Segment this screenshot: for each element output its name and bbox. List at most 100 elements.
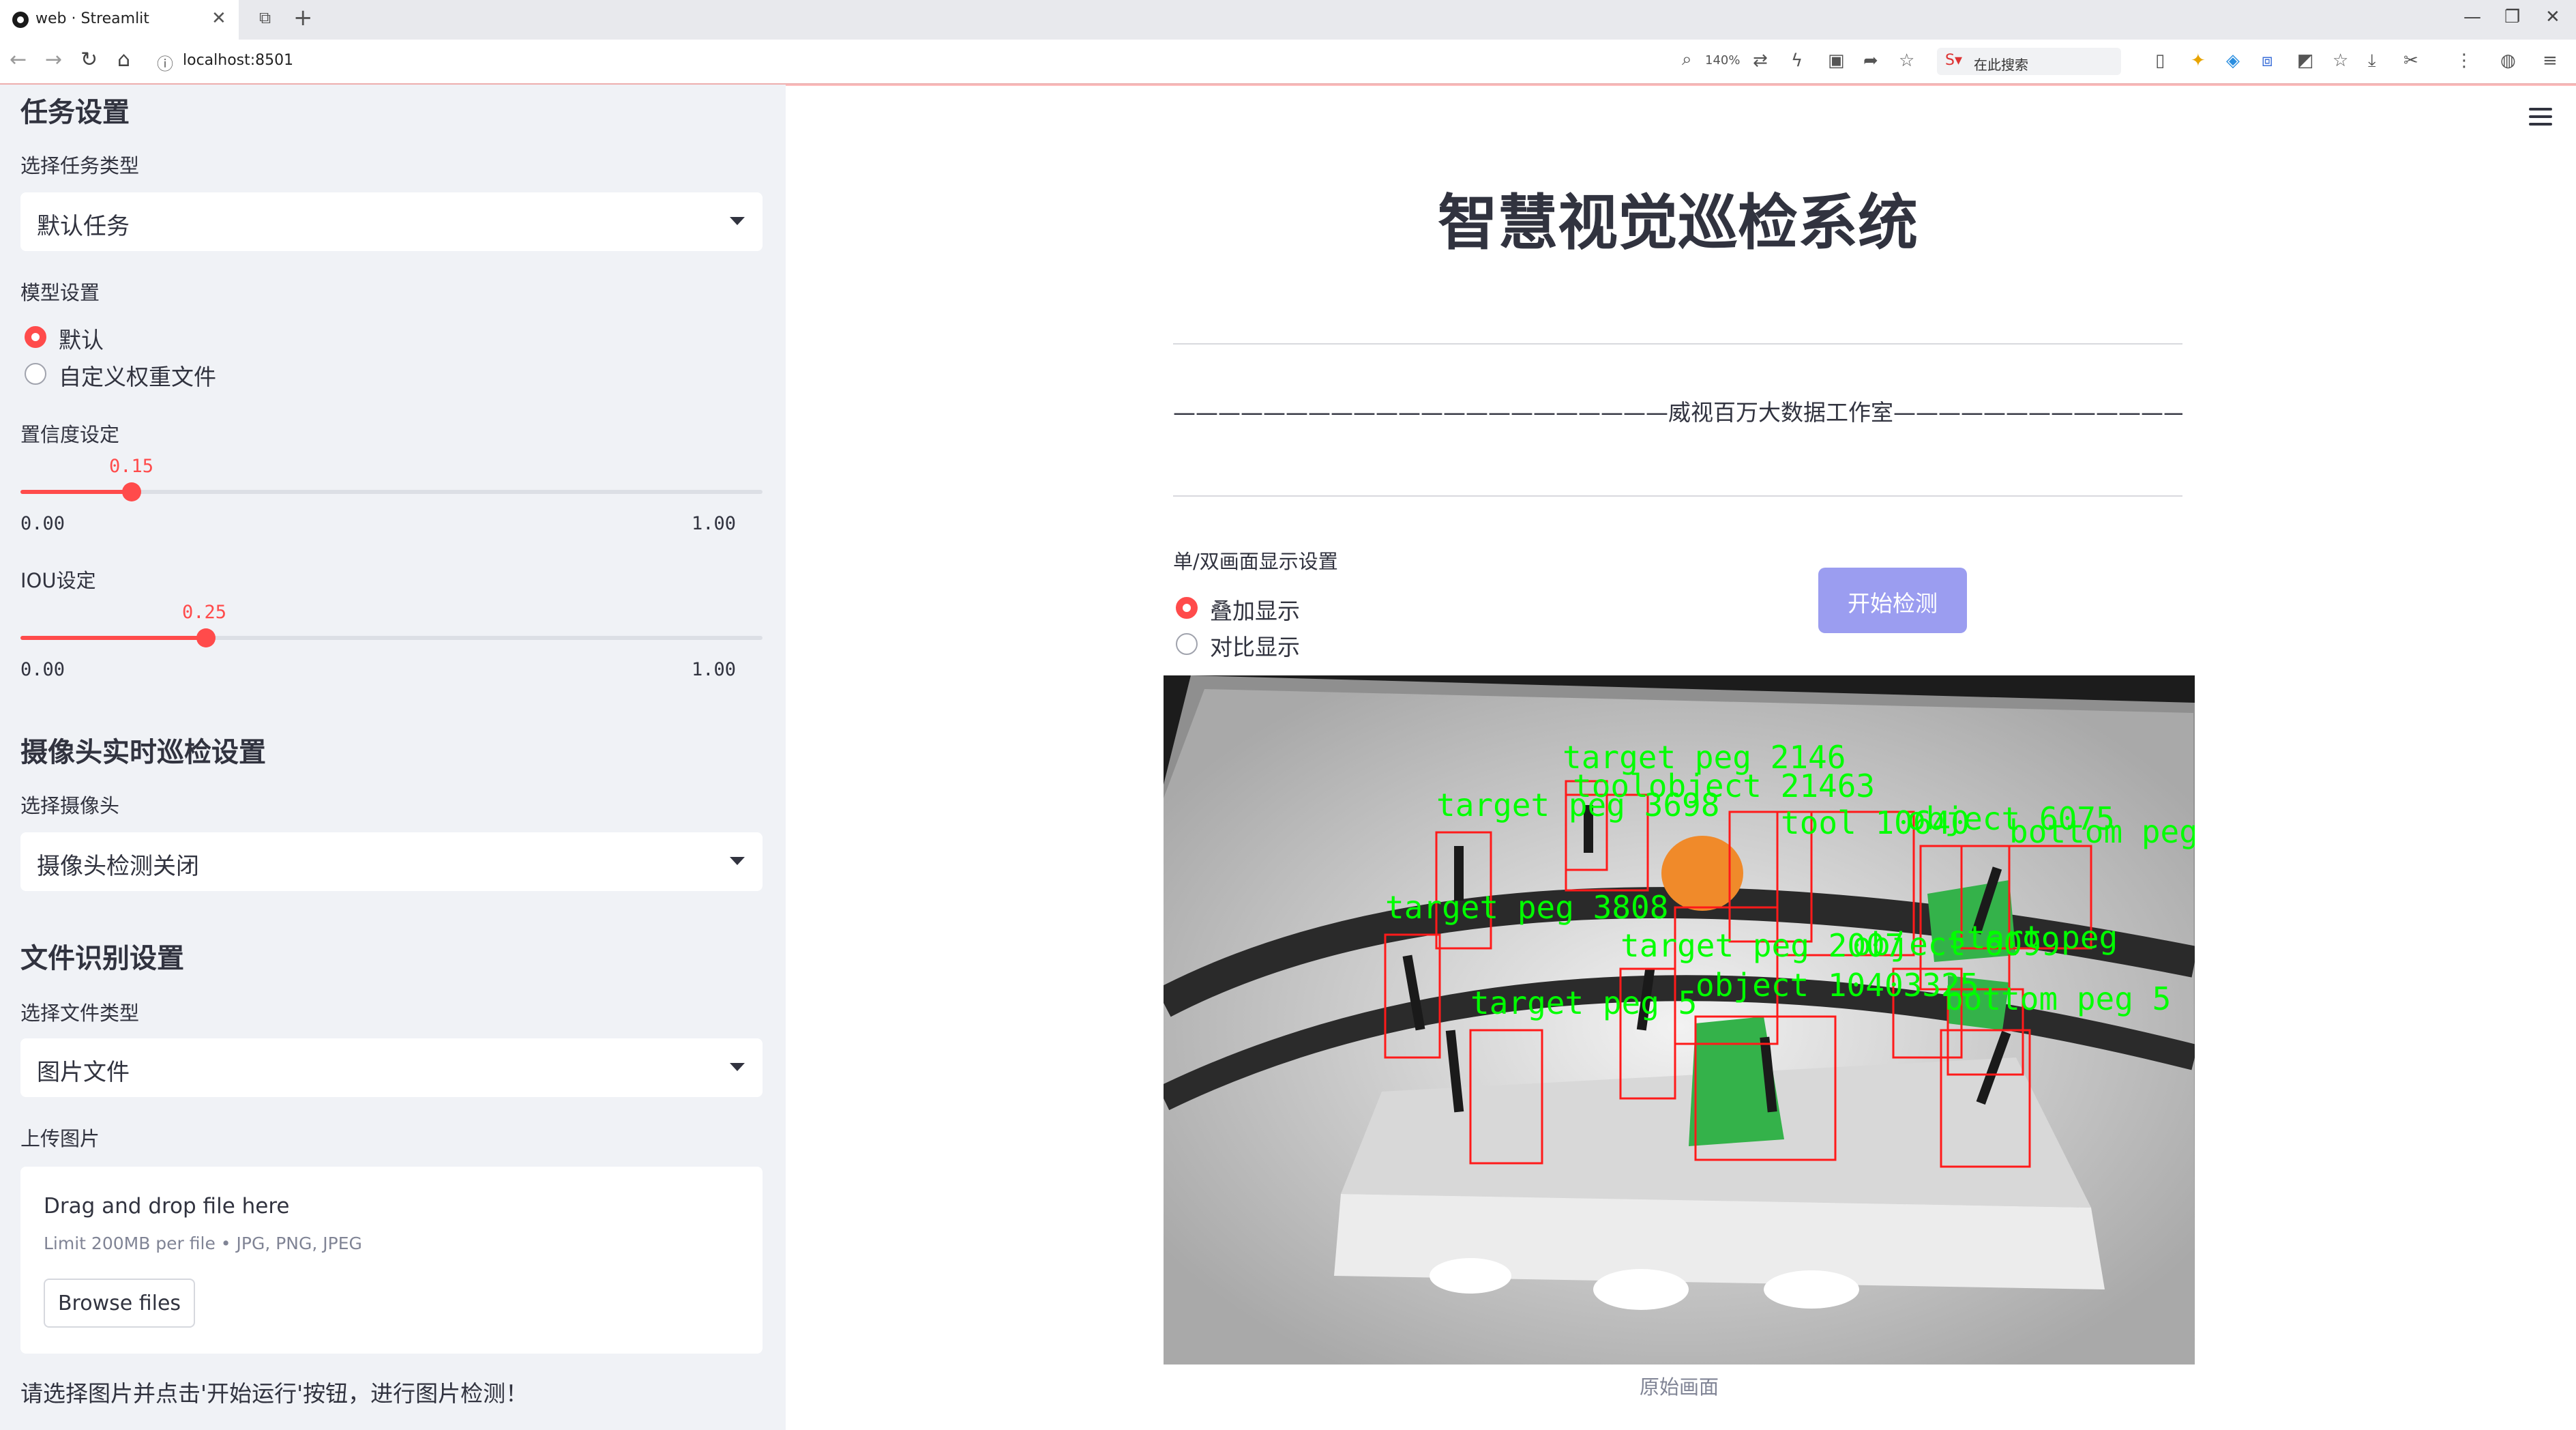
upload-label: 上传图片 [20, 1127, 100, 1150]
browse-files-label: Browse files [57, 1292, 181, 1315]
more-icon[interactable]: ⋮ [2455, 50, 2473, 71]
search-engine-icon: S▾ [1945, 52, 1963, 69]
reload-icon[interactable]: ↻ [80, 48, 98, 72]
divider [1173, 343, 2182, 345]
confidence-slider-thumb[interactable] [122, 482, 141, 501]
zoom-level: 140% [1705, 53, 1741, 68]
maximize-icon[interactable]: ❐ [2504, 7, 2520, 27]
task-type-value: 默认任务 [37, 213, 130, 240]
detection-label: bottom peg 5 [1944, 980, 2171, 1017]
iou-max: 1.00 [692, 659, 737, 680]
address-bar-row: ← → ↻ ⌂ ⓘ localhost:8501 ⌕ 140% ⇄ ϟ ▣ ➦ … [0, 40, 2576, 85]
task-type-label: 选择任务类型 [20, 154, 140, 177]
detection-label: object 10403325 [1696, 967, 1979, 1004]
radio-model-custom[interactable] [25, 363, 46, 385]
image-caption: 原始画面 [1639, 1375, 1719, 1399]
home-icon[interactable]: ⌂ [117, 48, 130, 72]
extension-3-icon[interactable]: ⧈ [2262, 50, 2273, 72]
browser-tab[interactable]: web · Streamlit ✕ [0, 0, 239, 40]
task-type-select[interactable]: 默认任务 [20, 192, 763, 251]
file-section-title: 文件识别设置 [20, 943, 184, 974]
chevron-down-icon [730, 1063, 745, 1071]
download-icon[interactable]: ⤓ [2368, 50, 2376, 72]
site-info-icon[interactable]: ⓘ [157, 50, 173, 74]
chevron-down-icon [730, 857, 745, 865]
radio-model-custom-label[interactable]: 自定义权重文件 [59, 359, 216, 392]
radio-overlay[interactable] [1176, 597, 1198, 619]
file-type-select[interactable]: 图片文件 [20, 1038, 763, 1097]
iou-label: IOU设定 [20, 569, 96, 592]
file-uploader-dropzone[interactable]: Drag and drop file here Limit 200MB per … [20, 1167, 763, 1354]
extension-icon[interactable]: ✦ [2191, 50, 2206, 71]
camera-label: 选择摄像头 [20, 794, 120, 817]
avatar[interactable]: ◍ [2500, 50, 2516, 71]
camera-section-title: 摄像头实时巡检设置 [20, 737, 266, 768]
browser-tab-bar: web · Streamlit ✕ ⧉ + — ❐ ✕ [0, 0, 2576, 40]
page-title: 智慧视觉巡检系统 [1437, 188, 1918, 258]
share-icon[interactable]: ➦ [1863, 50, 1878, 71]
iou-slider-fill [20, 636, 206, 640]
reader-icon[interactable]: ▯ [2155, 50, 2165, 71]
sidebar: 任务设置 选择任务类型 默认任务 模型设置 默认 自定义权重文件 置信度设定 0… [0, 85, 786, 1430]
streamlit-favicon-icon [12, 12, 29, 28]
detection-label: start peg [1948, 919, 2118, 956]
back-icon[interactable]: ← [10, 48, 27, 72]
detection-label: target peg 3698 [1436, 787, 1719, 823]
upload-limit-text: Limit 200MB per file • JPG, PNG, JPEG [44, 1234, 362, 1253]
start-detection-button[interactable]: 开始检测 [1818, 568, 1967, 633]
search-placeholder: 在此搜索 [1974, 57, 2028, 73]
tab-group-icon[interactable]: ⧉ [259, 8, 271, 27]
studio-line: ——————————————————————威视百万大数据工作室————————… [1173, 399, 2182, 426]
detection-label: target peg 3808 [1385, 889, 1668, 926]
radio-compare-label[interactable]: 对比显示 [1210, 629, 1300, 662]
divider [1173, 495, 2182, 497]
bookmark-star-icon[interactable]: ☆ [1899, 50, 1914, 71]
radio-model-default-label[interactable]: 默认 [59, 322, 104, 355]
confidence-value: 0.15 [109, 456, 154, 477]
model-label: 模型设置 [20, 281, 100, 304]
confidence-min: 0.00 [20, 513, 65, 534]
extension-4-icon[interactable]: ◩ [2297, 50, 2314, 71]
favorites-icon[interactable]: ☆ [2333, 50, 2348, 71]
zoom-icon[interactable]: ⌕ [1682, 49, 1692, 70]
camera-value: 摄像头检测关闭 [37, 853, 199, 880]
confidence-slider[interactable] [20, 482, 763, 501]
forward-icon[interactable]: → [45, 48, 62, 72]
browse-files-button[interactable]: Browse files [44, 1279, 195, 1328]
confidence-label: 置信度设定 [20, 423, 120, 446]
camera-select[interactable]: 摄像头检测关闭 [20, 832, 763, 891]
minimize-icon[interactable]: — [2463, 7, 2481, 27]
tools-icon[interactable]: ✂ [2403, 50, 2418, 71]
radio-compare[interactable] [1176, 633, 1198, 655]
url-field[interactable]: ⓘ localhost:8501 [157, 46, 1657, 75]
extension-2-icon[interactable]: ◈ [2226, 50, 2240, 71]
translate-icon[interactable]: ⇄ [1753, 50, 1768, 71]
iou-slider[interactable] [20, 628, 763, 647]
confidence-max: 1.00 [692, 513, 737, 534]
lightning-icon[interactable]: ϟ [1791, 50, 1803, 71]
detection-image: target peg 2146 toolobject 21463 target … [1164, 675, 2195, 1365]
drag-drop-text: Drag and drop file here [44, 1194, 290, 1219]
display-mode-label: 单/双画面显示设置 [1173, 550, 1338, 573]
task-section-title: 任务设置 [20, 97, 130, 128]
new-tab-icon[interactable]: + [293, 4, 313, 31]
detection-label: target peg 5 [1470, 984, 1697, 1021]
start-detection-label: 开始检测 [1848, 590, 1938, 617]
tab-title: web · Streamlit [35, 10, 149, 27]
iou-value: 0.25 [182, 602, 227, 623]
url-text: localhost:8501 [183, 52, 294, 69]
radio-model-default[interactable] [25, 326, 46, 348]
browser-menu-icon[interactable]: ≡ [2543, 50, 2558, 71]
file-type-value: 图片文件 [37, 1059, 130, 1086]
close-window-icon[interactable]: ✕ [2545, 7, 2560, 27]
close-tab-icon[interactable]: ✕ [211, 8, 226, 29]
radio-overlay-label[interactable]: 叠加显示 [1210, 593, 1300, 626]
chevron-down-icon [730, 217, 745, 225]
iou-min: 0.00 [20, 659, 65, 680]
sidebar-hint: 请选择图片并点击'开始运行'按钮，进行图片检测！ [20, 1380, 529, 1407]
iou-slider-thumb[interactable] [196, 628, 216, 647]
detection-label: bottom peg [2009, 813, 2195, 850]
screenshot-icon[interactable]: ▣ [1828, 50, 1845, 71]
hamburger-menu-icon[interactable] [2529, 108, 2552, 126]
search-box[interactable]: S▾ 在此搜索 [1937, 48, 2121, 75]
